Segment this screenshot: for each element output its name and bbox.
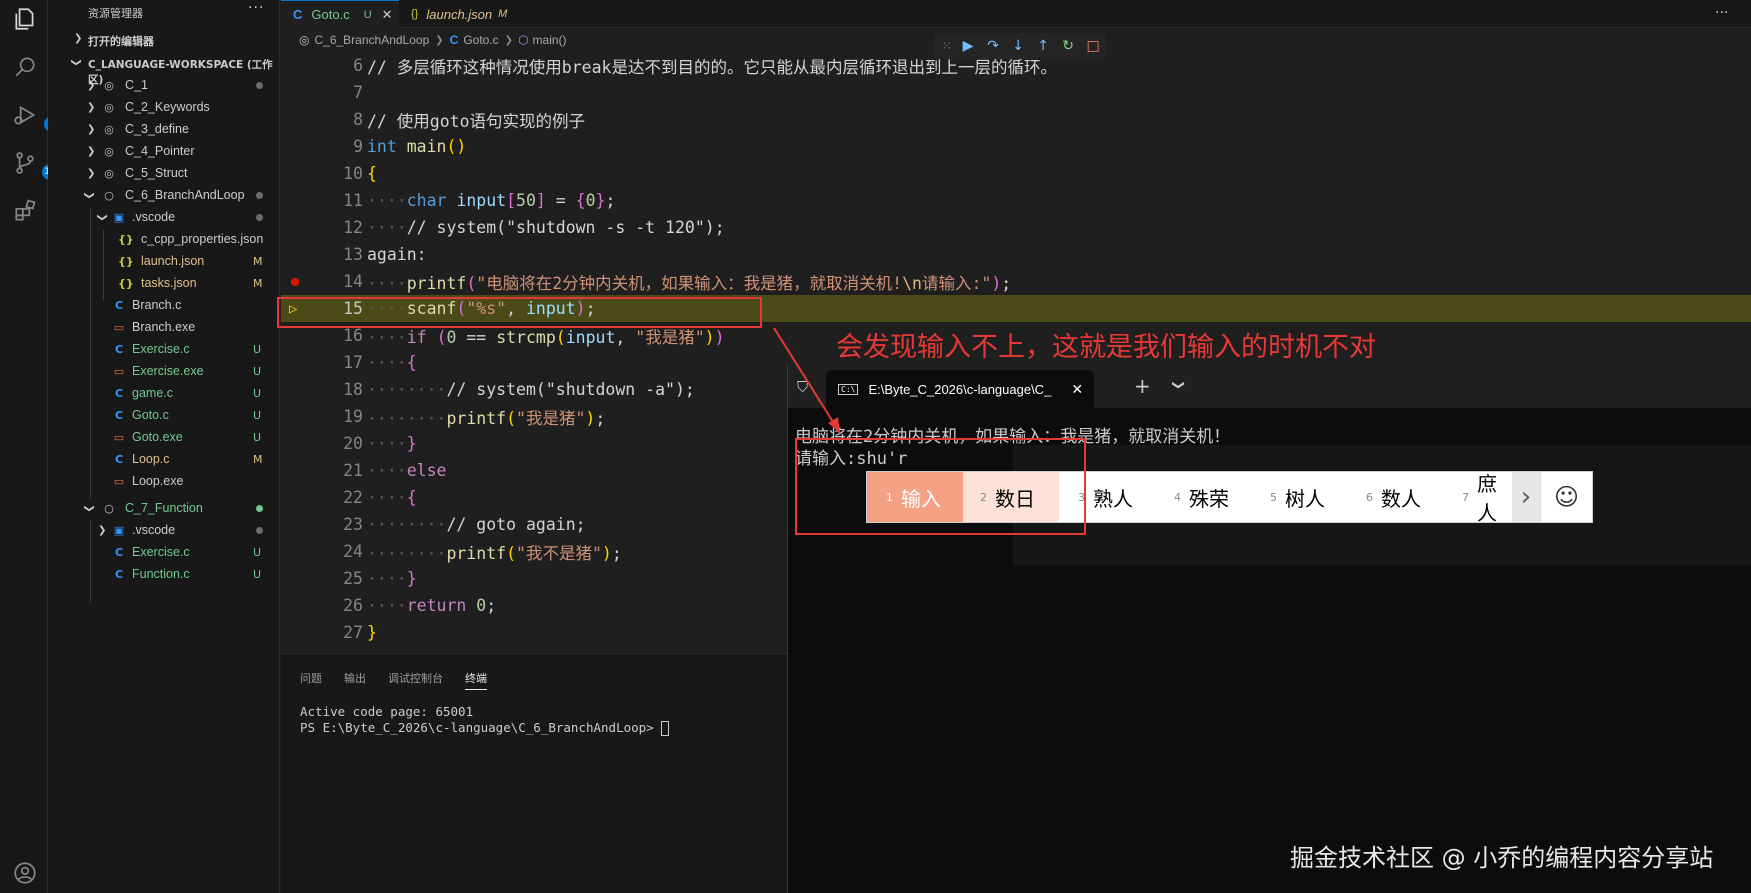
annotation-text: 会发现输入不上，这就是我们输入的时机不对 (836, 332, 1376, 363)
annotation-arrow (773, 327, 841, 434)
watermark: 掘金技术社区 @ 小乔的编程内容分享站 (1290, 844, 1714, 872)
